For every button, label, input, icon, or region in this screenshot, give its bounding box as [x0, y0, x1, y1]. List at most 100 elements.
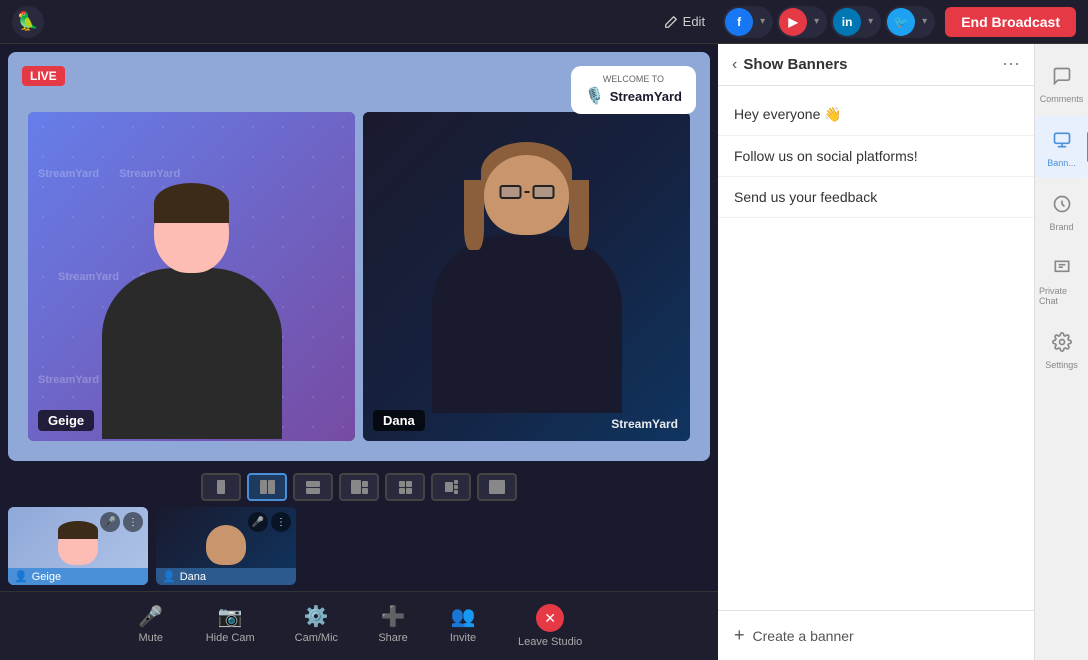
topbar: 🦜 Edit f ▾ ▶ ▾ in ▾ 🐦 ▾ End Broadcast	[0, 0, 1088, 44]
welcome-text: WELCOME TO	[585, 74, 682, 84]
glass-right	[532, 185, 554, 199]
edit-button[interactable]: Edit	[656, 10, 713, 33]
dana-face	[484, 155, 569, 235]
geige-bg: StreamYard StreamYard StreamYard StreamY…	[28, 112, 355, 441]
create-banner-button[interactable]: + Create a banner	[718, 610, 1034, 660]
mute-label: Mute	[139, 632, 163, 644]
dana-hair-left	[464, 180, 484, 250]
more-options-button[interactable]: ⋯	[1002, 54, 1020, 75]
avatar-li-circle: in	[833, 8, 861, 36]
banner-text-2: Follow us on social platforms!	[734, 148, 918, 164]
comments-icon	[1052, 66, 1072, 86]
avatar-facebook[interactable]: f ▾	[723, 6, 773, 38]
invite-icon: 👥	[451, 604, 475, 628]
back-button[interactable]: ‹	[732, 56, 737, 74]
cam-mic-button[interactable]: ⚙️ Cam/Mic	[275, 600, 358, 652]
banner-list: Hey everyone 👋 Follow us on social platf…	[718, 86, 1034, 610]
tab-banners[interactable]: Bann...	[1035, 116, 1088, 178]
mute-button[interactable]: 🎤 Mute	[116, 600, 186, 652]
leave-icon: ✕	[536, 604, 564, 632]
streamyard-watermark: StreamYard	[611, 417, 678, 431]
studio-area: LIVE WELCOME TO 🎙️ StreamYard	[0, 44, 718, 660]
create-banner-label: Create a banner	[753, 628, 854, 644]
banner-item-3[interactable]: Send us your feedback	[718, 177, 1034, 218]
streamyard-logo-overlay: WELCOME TO 🎙️ StreamYard	[571, 66, 696, 114]
settings-label: Settings	[1045, 360, 1078, 370]
invite-button[interactable]: 👥 Invite	[428, 600, 498, 652]
private-chat-icon	[1052, 258, 1072, 278]
end-broadcast-button[interactable]: End Broadcast	[945, 7, 1076, 37]
dana-body	[432, 235, 622, 413]
layout-split-2[interactable]	[247, 473, 287, 501]
video-cell-dana: StreamYard Dana	[363, 112, 690, 441]
avatar-youtube[interactable]: ▶ ▾	[777, 6, 827, 38]
tab-brand[interactable]: Brand	[1035, 180, 1088, 242]
banners-panel: ‹ Show Banners ⋯ Hey everyone 👋 Follow u…	[718, 44, 1034, 660]
cam-mic-label: Cam/Mic	[295, 632, 338, 644]
layout-side-by-side[interactable]	[293, 473, 333, 501]
li-chevron: ▾	[868, 16, 873, 27]
geige-thumb-label: Geige	[32, 571, 61, 583]
layout-full[interactable]	[477, 473, 517, 501]
tab-settings[interactable]: Settings	[1035, 318, 1088, 380]
mute-icon: 🎤	[139, 604, 163, 628]
tab-private-chat[interactable]: Private Chat	[1035, 244, 1088, 316]
cam-icon: 📷	[218, 604, 242, 628]
video-grid: StreamYard StreamYard StreamYard StreamY…	[28, 112, 690, 441]
layout-wide[interactable]	[431, 473, 471, 501]
dana-thumb-icons: 🎤 ⋮	[248, 512, 291, 532]
banner-item-2[interactable]: Follow us on social platforms!	[718, 136, 1034, 177]
dana-head-area	[484, 150, 569, 240]
settings-icon: ⚙️	[304, 604, 328, 628]
hide-cam-button[interactable]: 📷 Hide Cam	[186, 600, 275, 652]
geige-thumb-bar: 👤 Geige	[8, 568, 148, 585]
dana-mic-btn[interactable]: 🎤	[248, 512, 268, 532]
layout-single-left[interactable]	[201, 473, 241, 501]
leave-studio-button[interactable]: ✕ Leave Studio	[498, 600, 602, 652]
glass-bridge	[524, 191, 529, 193]
panel-header: ‹ Show Banners ⋯	[718, 44, 1034, 86]
hide-cam-label: Hide Cam	[206, 632, 255, 644]
bottom-toolbar: 🎤 Mute 📷 Hide Cam ⚙️ Cam/Mic ➕ Share 👥 I…	[0, 591, 718, 660]
live-badge: LIVE	[22, 66, 65, 86]
layout-grid-4[interactable]	[385, 473, 425, 501]
logo: 🦜	[12, 6, 44, 38]
geige-person	[28, 178, 355, 441]
fb-chevron: ▾	[760, 16, 765, 27]
share-icon: ➕	[381, 604, 405, 628]
banners-icon	[1052, 130, 1072, 150]
geige-hair	[154, 183, 229, 223]
tab-comments[interactable]: Comments	[1035, 52, 1088, 114]
dana-thumb-bar: 👤 Dana	[156, 568, 296, 585]
dana-more-btn[interactable]: ⋮	[271, 512, 291, 532]
thumbnail-dana[interactable]: 🎤 ⋮ 👤 Dana	[156, 507, 296, 585]
yt-chevron: ▾	[814, 16, 819, 27]
avatar-tw-circle: 🐦	[887, 8, 915, 36]
share-label: Share	[378, 632, 407, 644]
geige-head	[154, 188, 229, 273]
settings-tab-icon	[1052, 332, 1072, 352]
thumbnail-geige[interactable]: 🎤 ⋮ 👤 Geige	[8, 507, 148, 585]
brand-label: Brand	[1049, 222, 1073, 232]
geige-thumb-icons: 🎤 ⋮	[100, 512, 143, 532]
invite-label: Invite	[450, 632, 476, 644]
dana-person	[363, 145, 690, 441]
sy-brand-text: StreamYard	[610, 89, 682, 104]
platform-avatars: f ▾ ▶ ▾ in ▾ 🐦 ▾	[723, 6, 935, 38]
logo-icon: 🦜	[17, 11, 39, 32]
banner-text-1: Hey everyone 👋	[734, 106, 842, 122]
geige-mic-btn[interactable]: 🎤	[100, 512, 120, 532]
brand-row: 🎙️ StreamYard	[585, 86, 682, 106]
banner-item-1[interactable]: Hey everyone 👋	[718, 94, 1034, 136]
geige-nametag: Geige	[38, 410, 94, 431]
glass-left	[499, 185, 521, 199]
avatar-twitter[interactable]: 🐦 ▾	[885, 6, 935, 38]
edit-label: Edit	[683, 14, 705, 29]
leave-label: Leave Studio	[518, 636, 582, 648]
layout-interview[interactable]	[339, 473, 379, 501]
geige-more-btn[interactable]: ⋮	[123, 512, 143, 532]
share-button[interactable]: ➕ Share	[358, 600, 428, 652]
avatar-linkedin[interactable]: in ▾	[831, 6, 881, 38]
right-panel-wrap: ‹ Show Banners ⋯ Hey everyone 👋 Follow u…	[718, 44, 1088, 660]
dana-bg: StreamYard	[363, 112, 690, 441]
